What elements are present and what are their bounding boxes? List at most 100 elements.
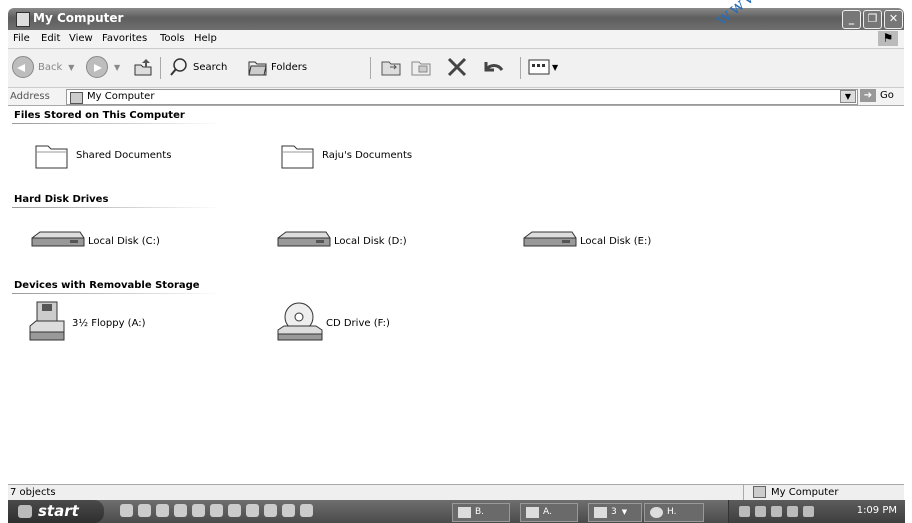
- hard-disk-icon: [31, 231, 85, 247]
- quicklaunch-icon[interactable]: [228, 504, 241, 517]
- restore-button[interactable]: ❐: [863, 10, 882, 29]
- task-label: 3: [611, 507, 617, 517]
- my-computer-window: My Computer _ ❐ ✕ www. File Edit View Fa…: [0, 0, 912, 523]
- quicklaunch-icon[interactable]: [246, 504, 259, 517]
- floppy-drive-icon: [29, 301, 65, 341]
- folders-label: Folders: [271, 61, 308, 73]
- move-to-button[interactable]: [380, 55, 404, 79]
- drive-local-disk-d[interactable]: Local Disk (D:): [276, 230, 407, 252]
- views-icon: [528, 59, 550, 75]
- windows-logo-icon: [18, 505, 32, 518]
- menu-tools[interactable]: Tools: [160, 33, 185, 44]
- menu-file[interactable]: File: [13, 33, 30, 44]
- minimize-button[interactable]: _: [842, 10, 861, 29]
- start-button[interactable]: start: [8, 500, 104, 523]
- back-arrow-icon: [12, 56, 34, 78]
- item-label: Local Disk (E:): [580, 235, 652, 247]
- quicklaunch-icon[interactable]: [156, 504, 169, 517]
- item-label: Raju's Documents: [322, 149, 413, 161]
- drive-floppy-a[interactable]: 3½ Floppy (A:): [28, 300, 146, 346]
- tray-icon[interactable]: [787, 506, 798, 517]
- go-arrow-icon: ➔: [860, 89, 876, 102]
- back-dropdown-icon[interactable]: ▼: [68, 63, 74, 72]
- item-label: 3½ Floppy (A:): [72, 317, 146, 329]
- computer-icon: [16, 12, 30, 27]
- task-label: B.: [475, 507, 485, 517]
- menu-help[interactable]: Help: [194, 33, 217, 44]
- status-location: My Computer: [753, 486, 838, 498]
- folder-rajus-documents[interactable]: Raju's Documents: [280, 140, 412, 170]
- search-button[interactable]: Search: [168, 55, 227, 79]
- object-count: 7 objects: [10, 487, 56, 498]
- menu-view[interactable]: View: [69, 33, 93, 44]
- undo-icon: [484, 62, 504, 72]
- forward-arrow-icon: [86, 56, 108, 78]
- delete-icon: [447, 57, 467, 77]
- taskbar-button-paint[interactable]: A.: [520, 503, 578, 522]
- up-folder-button[interactable]: [132, 55, 154, 79]
- folder-shared-documents[interactable]: Shared Documents: [34, 140, 171, 170]
- group-header-files: Files Stored on This Computer: [14, 110, 185, 121]
- status-bar: 7 objects My Computer: [8, 484, 904, 500]
- taskbar-button-help[interactable]: H.: [644, 503, 704, 522]
- close-button[interactable]: ✕: [884, 10, 903, 29]
- address-value: My Computer: [87, 91, 155, 102]
- menu-edit[interactable]: Edit: [41, 33, 60, 44]
- folders-icon: [248, 61, 267, 76]
- undo-button[interactable]: [480, 55, 506, 79]
- drive-cd-f[interactable]: CD Drive (F:): [274, 300, 390, 346]
- drive-local-disk-e[interactable]: Local Disk (E:): [522, 230, 651, 252]
- item-label: Shared Documents: [76, 149, 172, 161]
- folder-icon: [281, 145, 314, 169]
- menu-bar: File Edit View Favorites Tools Help ⚑: [8, 30, 904, 49]
- go-label: Go: [880, 90, 894, 101]
- tray-icon[interactable]: [739, 506, 750, 517]
- quicklaunch-icon[interactable]: [282, 504, 295, 517]
- forward-dropdown-icon[interactable]: ▼: [114, 63, 120, 72]
- address-dropdown-icon[interactable]: ▼: [840, 90, 856, 103]
- delete-button[interactable]: [446, 55, 470, 79]
- file-view-pane: Files Stored on This Computer Shared Doc…: [8, 106, 904, 476]
- back-button[interactable]: Back ▼: [12, 55, 74, 79]
- quicklaunch-icon[interactable]: [174, 504, 187, 517]
- quicklaunch-icon[interactable]: [264, 504, 277, 517]
- forward-button[interactable]: ▼: [86, 55, 120, 79]
- computer-icon: [753, 486, 766, 498]
- address-bar: Address My Computer ▼ ➔ Go: [8, 88, 904, 106]
- menu-favorites[interactable]: Favorites: [102, 33, 147, 44]
- item-label: Local Disk (C:): [88, 235, 160, 247]
- back-label: Back: [38, 61, 63, 73]
- window-title: My Computer: [33, 11, 124, 25]
- taskbar-button-explorer-group[interactable]: 3 ▼: [588, 503, 642, 522]
- system-tray: 1:09 PM: [728, 500, 905, 523]
- status-location-label: My Computer: [771, 486, 839, 498]
- folder-icon: [35, 145, 68, 169]
- group-header-removable: Devices with Removable Storage: [14, 280, 200, 291]
- taskbar: start B. A. 3 ▼ H. 1:09 PM: [8, 500, 905, 523]
- address-field[interactable]: My Computer: [66, 89, 858, 105]
- copy-to-button[interactable]: [410, 55, 434, 79]
- clock[interactable]: 1:09 PM: [857, 505, 897, 516]
- views-button[interactable]: ▼: [528, 55, 558, 79]
- views-dropdown-icon[interactable]: ▼: [552, 63, 558, 72]
- quicklaunch-icon[interactable]: [138, 504, 151, 517]
- tray-icon[interactable]: [803, 506, 814, 517]
- hard-disk-icon: [277, 231, 331, 247]
- quicklaunch-icon[interactable]: [120, 504, 133, 517]
- computer-icon: [70, 92, 83, 104]
- group-dropdown-icon: ▼: [621, 508, 628, 516]
- tray-icon[interactable]: [771, 506, 782, 517]
- up-folder-icon: [134, 59, 152, 76]
- tray-icon[interactable]: [755, 506, 766, 517]
- quicklaunch-icon[interactable]: [300, 504, 313, 517]
- drive-local-disk-c[interactable]: Local Disk (C:): [30, 230, 160, 252]
- start-label: start: [38, 502, 79, 520]
- quicklaunch-icon[interactable]: [192, 504, 205, 517]
- folders-button[interactable]: Folders: [246, 55, 307, 79]
- item-label: CD Drive (F:): [326, 317, 390, 329]
- quicklaunch-icon[interactable]: [210, 504, 223, 517]
- task-label: H.: [667, 507, 677, 517]
- title-bar[interactable]: My Computer _ ❐ ✕: [8, 8, 904, 30]
- go-button[interactable]: ➔ Go: [860, 89, 894, 102]
- taskbar-button-word[interactable]: B.: [452, 503, 510, 522]
